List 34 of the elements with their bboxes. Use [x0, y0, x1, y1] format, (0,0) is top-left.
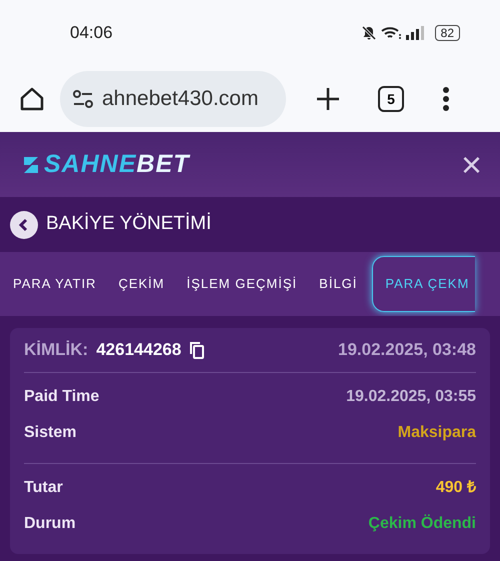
- field-value: 490 ₺: [436, 478, 476, 498]
- created-date: 19.02.2025, 03:48: [338, 340, 476, 360]
- plus-icon[interactable]: [316, 86, 340, 110]
- id-value: 426144268: [96, 340, 182, 360]
- tab[interactable]: PARA YATIR: [6, 261, 104, 307]
- tab[interactable]: İŞLEM GEÇMİŞİ: [180, 261, 304, 307]
- field-value: Çekim Ödendi: [368, 514, 476, 534]
- tab[interactable]: PARA ÇEKM: [372, 256, 476, 312]
- tab[interactable]: BİLGİ: [312, 261, 364, 307]
- close-button[interactable]: ×: [460, 146, 482, 182]
- home-icon[interactable]: [18, 84, 46, 112]
- address-bar[interactable]: ahnebet430.com: [60, 70, 286, 126]
- clock: 04:06: [70, 22, 113, 44]
- battery-indicator: 82: [434, 24, 460, 40]
- more-menu-icon[interactable]: [442, 86, 450, 112]
- tune-icon[interactable]: [72, 88, 94, 108]
- field-label: Sistem: [24, 423, 76, 443]
- wifi-icon: [380, 26, 401, 40]
- logo[interactable]: SAHNEBET: [22, 146, 190, 184]
- id-label: KİMLİK:: [24, 340, 88, 360]
- field-value: Maksipara: [398, 423, 476, 443]
- field-label: Tutar: [24, 478, 63, 498]
- logo-icon: [22, 154, 40, 174]
- field-label: Durum: [24, 514, 76, 534]
- chevron-left-icon: [18, 218, 30, 232]
- back-button[interactable]: [10, 210, 38, 238]
- field-value: 19.02.2025, 03:55: [346, 387, 476, 407]
- tab[interactable]: ÇEKİM: [111, 261, 172, 307]
- bell-off-icon: [360, 24, 377, 40]
- tab-count-button[interactable]: 5: [378, 86, 404, 112]
- page-title: BAKİYE YÖNETİMİ: [46, 212, 212, 236]
- copy-icon[interactable]: [189, 341, 206, 359]
- field-label: Paid Time: [24, 387, 100, 407]
- signal-icon: [404, 26, 425, 40]
